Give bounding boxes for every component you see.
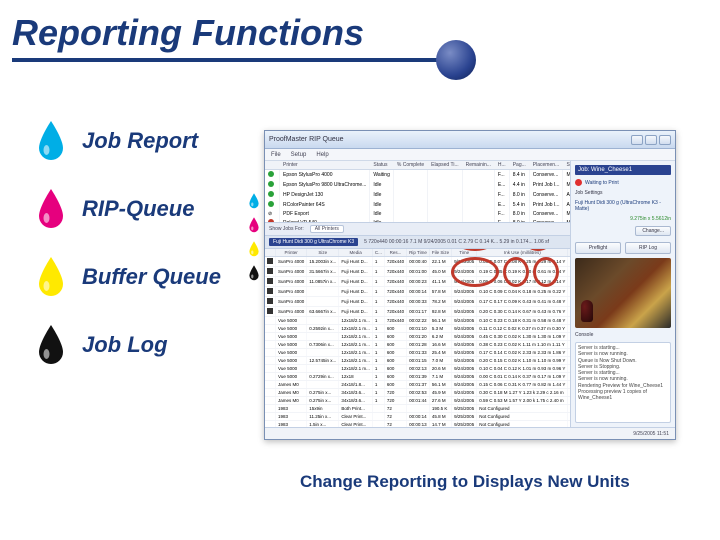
summary-band: Fuji Hunt Didi 300 g UltraChrome K3 5 72… xyxy=(265,236,570,249)
printer-table: PrinterStatus% CompleteElapsed Ti...Rema… xyxy=(265,161,570,223)
sidebar-item: RIP-Queue xyxy=(36,188,246,230)
media-summary: Fuji Hunt Didi 300 g UltraChrome K3 xyxy=(269,238,358,246)
side-drop-icons xyxy=(248,193,262,286)
sidebar-item: Job Log xyxy=(36,324,246,366)
job-status: Waiting to Print xyxy=(575,179,671,186)
menu-item[interactable]: File xyxy=(271,152,281,158)
preflight-button[interactable]: Preflight xyxy=(575,242,621,254)
summary-values: 5 720x440 00:00:16 7.1 M 9/24/2005 0.01 … xyxy=(364,239,549,245)
table-row[interactable]: Vue 500012x18/2.1 m...160000:02:1320.6 M… xyxy=(265,365,570,373)
table-row[interactable]: Vue 500012x18/2.1 m...160000:01:206.2 M9… xyxy=(265,333,570,341)
minimize-button[interactable] xyxy=(631,135,643,145)
table-row[interactable]: ⊘PDF ExportIdleF...8.0 inConserve...Manu… xyxy=(265,210,570,218)
title-sphere xyxy=(436,40,476,80)
table-row[interactable]: Epson StylusPro 9800 UltraChrome...IdleE… xyxy=(265,180,570,190)
menu-item[interactable]: Setup xyxy=(291,152,307,158)
sidebar: Job Report RIP-Queue Buffer Queue Job Log xyxy=(36,120,246,392)
rip-log-button[interactable]: RIP Log xyxy=(625,242,671,254)
table-row[interactable]: SunPro 4000Fuji Hunt D...1720x44000:00:1… xyxy=(265,287,570,297)
job-thumbnail xyxy=(575,258,671,328)
table-row[interactable]: RColorPainter 64SIdleE...5.4 inPrint Job… xyxy=(265,200,570,210)
drop-icon xyxy=(36,188,66,230)
rip-queue-window: ProofMaster RIP Queue File Setup Help Prin… xyxy=(264,130,676,440)
table-row[interactable]: James M00.275in x...34x18/3.6...172000:0… xyxy=(265,389,570,397)
close-button[interactable] xyxy=(659,135,671,145)
table-row[interactable]: HP DesignJet 130IdleF...8.0 inConserve..… xyxy=(265,190,570,200)
menubar: File Setup Help xyxy=(265,149,675,161)
table-row[interactable]: Vue 50000.2592in x...12x18/2.1 m...16000… xyxy=(265,325,570,333)
sidebar-item: Job Report xyxy=(36,120,246,162)
menu-item[interactable]: Help xyxy=(316,152,328,158)
table-row[interactable]: 19831.5in x...Clear Print...7200:00:1314… xyxy=(265,421,570,428)
window-title: ProofMaster RIP Queue xyxy=(269,136,344,143)
table-row[interactable]: Vue 500012.5745in x...12x18/2.1 m...1600… xyxy=(265,357,570,365)
table-row[interactable]: SunPro 400011.0857in x...Fuji Hunt D...1… xyxy=(265,277,570,287)
console: Server is starting...Server is now runni… xyxy=(575,342,671,423)
drop-icon xyxy=(36,256,66,298)
table-row[interactable]: Vue 50000.2729in x...12x18160000:01:397.… xyxy=(265,373,570,381)
show-jobs-label: Show Jobs For: xyxy=(269,226,304,232)
title-rule xyxy=(12,58,442,62)
size-value: 9.275in x 5.5612in xyxy=(575,216,671,222)
main-panel: PrinterStatus% CompleteElapsed Ti...Rema… xyxy=(265,161,570,427)
drop-icon xyxy=(36,120,66,162)
job-header: Job: Wine_Cheese1 xyxy=(575,165,671,175)
console-label: Console xyxy=(575,332,671,338)
sidebar-item: Buffer Queue xyxy=(36,256,246,298)
printer-selector[interactable]: All Printers xyxy=(310,225,344,233)
table-row[interactable]: SunPro 4000Fuji Hunt D...1720x44000:00:3… xyxy=(265,297,570,307)
slide-caption: Change Reporting to Displays New Units xyxy=(300,472,630,492)
window-titlebar: ProofMaster RIP Queue xyxy=(265,131,675,149)
table-row[interactable]: 198315x9inBoth Print...72190.5 K9/25/200… xyxy=(265,405,570,413)
sidebar-item-label: Buffer Queue xyxy=(82,264,221,289)
window-controls xyxy=(631,135,671,145)
table-row[interactable]: Epson StylusPro 4000WaitingF...8.4 inCon… xyxy=(265,170,570,181)
table-row[interactable]: Vue 500012x18/2.1 m...1720x44000:02:2256… xyxy=(265,317,570,325)
table-row[interactable]: 198311.25in x...Clear Print...7200:00:14… xyxy=(265,413,570,421)
change-button[interactable]: Change... xyxy=(635,226,671,236)
settings-label: Job Settings xyxy=(575,190,671,196)
table-row[interactable]: James M00.275in x...34x18/3.6...172000:0… xyxy=(265,397,570,405)
table-row[interactable]: SunPro 400015.2003in x...Fuji Hunt D...1… xyxy=(265,257,570,267)
sidebar-item-label: Job Report xyxy=(82,128,198,153)
table-row[interactable]: SunPro 400063.6667in x...Fuji Hunt D...1… xyxy=(265,307,570,317)
media-value: Fuji Hunt Didi 300 g (UltraChrome K3 - M… xyxy=(575,200,671,212)
maximize-button[interactable] xyxy=(645,135,657,145)
slide-title: Reporting Functions xyxy=(12,12,364,54)
sidebar-item-label: RIP-Queue xyxy=(82,196,194,221)
sidebar-item-label: Job Log xyxy=(82,332,168,357)
table-row[interactable]: Vue 50000.7306in x...12x18/2.1 m...16000… xyxy=(265,341,570,349)
job-table: PrinterSizeMediaC...Res...Rip TimeFile S… xyxy=(265,249,570,427)
table-row[interactable]: James M024x18/1.8...160000:01:3756.1 M9/… xyxy=(265,381,570,389)
table-row[interactable]: Vue 500012x18/2.1 m...160000:01:3325.4 M… xyxy=(265,349,570,357)
drop-icon xyxy=(36,324,66,366)
statusbar: 9/25/2005 11:51 xyxy=(265,427,675,439)
table-row[interactable]: SunPro 400031.5667in x...Fuji Hunt D...1… xyxy=(265,267,570,277)
job-side-panel: Job: Wine_Cheese1 Waiting to Print Job S… xyxy=(570,161,675,427)
filter-bar: Show Jobs For: All Printers xyxy=(265,223,570,236)
